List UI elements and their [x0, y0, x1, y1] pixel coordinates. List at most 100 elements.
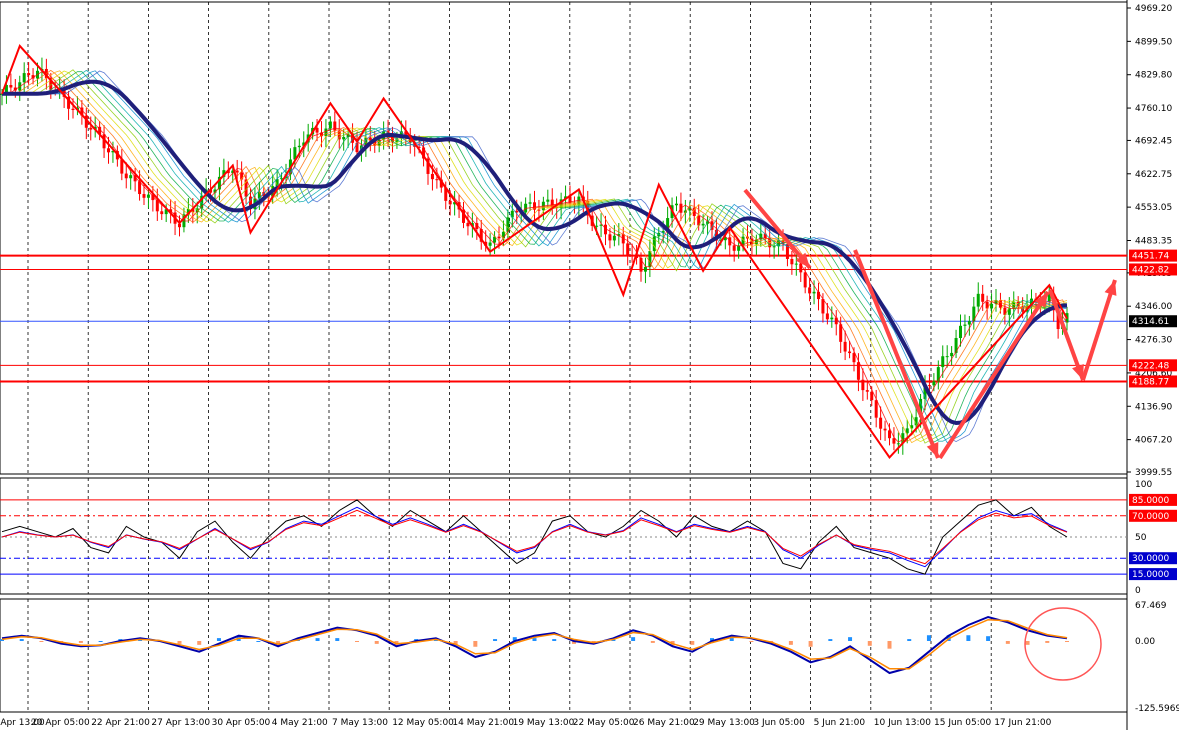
candle-body — [612, 235, 616, 241]
candle-body — [812, 291, 816, 294]
macd-histogram-bar — [887, 640, 892, 649]
ma-ribbon-line — [2, 71, 1068, 443]
time-tick-label: 4 May 21:00 — [272, 718, 328, 728]
candle-body — [643, 266, 647, 272]
macd-histogram-bar — [848, 637, 853, 641]
level-label: 4422.82 — [1132, 265, 1169, 275]
candle-body — [799, 263, 803, 273]
pane-border — [0, 598, 1128, 713]
time-tick-label: 19 May 13:00 — [513, 718, 575, 728]
candle-body — [497, 236, 501, 239]
candle-body — [963, 324, 967, 326]
macd-histogram-bar — [355, 640, 359, 642]
level-label: 4222.48 — [1132, 361, 1169, 371]
candle-body — [652, 236, 656, 252]
candle-body — [941, 356, 945, 368]
candle-body — [896, 443, 900, 445]
stoch-axis-label: 50 — [1135, 533, 1147, 543]
candle-body — [448, 200, 452, 205]
candle-body — [848, 351, 852, 354]
macd-histogram-bar — [1025, 640, 1030, 645]
candle-body — [981, 293, 985, 302]
stoch-level-label: 85.0000 — [1132, 496, 1169, 506]
ma-ribbon-line — [2, 70, 1068, 444]
candle-body — [967, 321, 971, 325]
candle-body — [945, 356, 949, 358]
candle-body — [235, 170, 239, 173]
macd-histogram-bar — [788, 640, 793, 645]
macd-histogram-bar — [374, 640, 379, 644]
candle-body — [129, 175, 133, 179]
macd-histogram-bar — [650, 640, 655, 643]
candle-body — [466, 222, 470, 227]
pane-border — [0, 1, 1128, 475]
candle-body — [333, 121, 337, 131]
candle-body — [932, 381, 936, 386]
candle-body — [488, 242, 492, 246]
annotation-circle — [1024, 607, 1102, 681]
pane-border — [0, 477, 1128, 595]
candle-body — [803, 272, 807, 288]
candle-body — [883, 428, 887, 431]
macd-histogram-bar — [197, 640, 202, 645]
candle-body — [160, 211, 164, 215]
macd-histogram-bar — [78, 640, 83, 643]
macd-histogram-bar — [729, 638, 734, 641]
macd-histogram-bar — [39, 640, 44, 642]
candle-body — [528, 202, 532, 204]
level-label: 4451.74 — [1132, 252, 1169, 262]
price-tick-label: 4136.90 — [1135, 402, 1172, 412]
candle-body — [808, 287, 812, 294]
time-tick-label: 14 May 21:00 — [452, 718, 514, 728]
macd-histogram-bar — [473, 640, 478, 647]
macd-histogram-bar — [1065, 640, 1069, 642]
price-tick-label: 4760.10 — [1135, 104, 1172, 114]
ma-ribbon-line — [2, 71, 1068, 443]
macd-histogram-bar — [828, 639, 833, 641]
candle-body — [89, 127, 93, 130]
ma-thick-line — [2, 79, 1068, 426]
candle-body — [22, 73, 26, 83]
macd-histogram-bar — [315, 638, 320, 641]
time-tick-label: 12 May 05:00 — [392, 718, 454, 728]
candle-body — [874, 400, 878, 418]
time-tick-label: 26 May 21:00 — [633, 718, 695, 728]
macd-histogram-bar — [335, 638, 340, 641]
macd-histogram-bar — [216, 638, 221, 641]
trading-chart: 16 Apr 13:0020 Apr 05:0022 Apr 21:0027 A… — [0, 0, 1179, 730]
macd-histogram-bar — [986, 636, 991, 641]
price-tick-label: 4969.20 — [1135, 4, 1172, 14]
candle-body — [546, 199, 550, 202]
candle-body — [790, 258, 794, 265]
candle-body — [355, 142, 359, 153]
annotation-arrowhead — [1104, 280, 1117, 296]
candle-body — [430, 173, 434, 180]
macd-histogram-bar — [749, 640, 754, 642]
time-tick-label: 3 Jun 05:00 — [753, 718, 805, 728]
candle-body — [794, 263, 798, 265]
macd-axis-label: 0.00 — [1135, 637, 1155, 647]
candle-body — [959, 325, 962, 339]
price-tick-label: 4553.05 — [1135, 203, 1172, 213]
candle-body — [107, 148, 110, 153]
candle-body — [732, 245, 736, 251]
stoch-level-label: 70.0000 — [1132, 512, 1169, 522]
macd-histogram-bar — [177, 640, 182, 644]
price-tick-label: 3999.55 — [1135, 468, 1172, 478]
candle-body — [843, 341, 847, 352]
time-tick-label: 29 May 13:00 — [693, 718, 755, 728]
candle-body — [701, 223, 705, 226]
candle-body — [990, 303, 994, 309]
price-tick-label: 4276.30 — [1135, 336, 1172, 346]
ma-ribbon-line — [2, 70, 1068, 444]
price-tick-label: 4067.20 — [1135, 436, 1172, 446]
candle-body — [856, 362, 860, 380]
candle-body — [435, 179, 439, 181]
macd-pane — [0, 607, 1102, 681]
macd-histogram-bar — [256, 640, 261, 642]
time-tick-label: 15 Jun 05:00 — [934, 718, 991, 728]
candle-body — [608, 234, 612, 241]
stoch-level-label: 15.0000 — [1132, 570, 1169, 580]
candle-body — [976, 293, 980, 307]
candle-body — [342, 136, 346, 140]
